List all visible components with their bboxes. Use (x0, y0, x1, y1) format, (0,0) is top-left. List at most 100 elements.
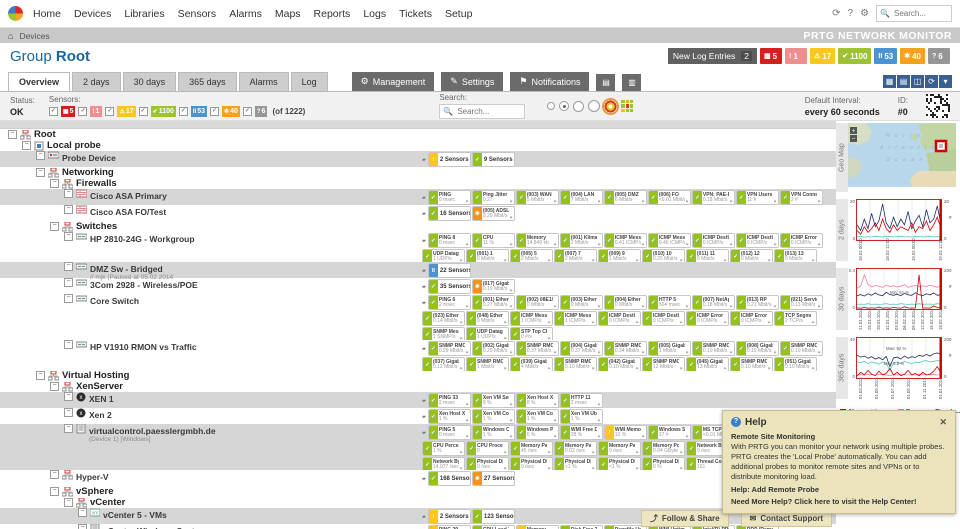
sensor-chip[interactable]: ✓(048) Ethern...0 Mbit/s⚑ (466, 311, 509, 326)
group-row-virtual-hosting[interactable]: −Virtual Hosting (0, 370, 836, 381)
sensor-chip[interactable]: ✓(008) Gigabit...0.10 Mbit/s⚑ (736, 341, 779, 356)
sensor-chip[interactable]: ✓(001) Klima T...2 Mbit/s⚑ (560, 233, 603, 248)
sensor-chip[interactable]: ✓Xen VM Sensor9 %⚑ (472, 393, 515, 408)
sensor-chip[interactable]: ✓Physical Disk ...<1 %⚑ (554, 457, 597, 470)
sensor-chip-summary[interactable]: !2 Sensors (428, 509, 471, 524)
sensor-chip[interactable]: ✓(051) Gigabit...0.10 Mbit/s⚑ (774, 357, 817, 371)
sensor-chip[interactable]: ✓ICMP Errors...0 ICMP/s⚑ (780, 233, 823, 248)
badge-up[interactable]: ✔1100 (838, 48, 871, 64)
filter-badge-unusual[interactable]: ✱40 (222, 106, 240, 117)
tab-overview[interactable]: Overview (8, 72, 70, 91)
badge-warning[interactable]: ⚠17 (810, 48, 835, 64)
sensor-chip[interactable]: ✓Windows CP...1 %⚑ (472, 425, 515, 440)
menu-item-alarms[interactable]: Alarms (229, 8, 275, 20)
sensor-chip[interactable]: ✓ICMP Messa...0.41 ICMP/s⚑ (604, 233, 647, 248)
sensor-chip[interactable]: ✓Ping Jitter0.27⚑ (472, 190, 515, 205)
sensor-chip-summary[interactable]: II22 Sensors (428, 263, 471, 278)
filter-badge-up[interactable]: ✔1100 (151, 106, 176, 117)
sensor-chip[interactable]: ✓(045) Gigabit...13 Mbit/s⚑ (686, 357, 729, 371)
sensor-chip[interactable]: ✓(005) Gigabit...1 Mbit/s⚑ (648, 341, 691, 356)
sensor-chip-summary[interactable]: ✓168 Sensors (428, 471, 471, 486)
sensor-chip[interactable]: ✱(005) ADSL p...0.29 Mbit/s⚑ (472, 206, 515, 221)
sensor-chip[interactable]: ✓Memory Pag...0 /sec⚑ (598, 441, 641, 456)
sensor-chip[interactable]: ✓(004) Gigabit...0.37 Mbit/s⚑ (560, 341, 603, 356)
sensor-chip[interactable]: ✓(003) Ethern...0 Mbit/s⚑ (560, 295, 603, 310)
menu-item-libraries[interactable]: Libraries (124, 8, 177, 20)
sensor-chip[interactable]: ✓(001) Ethern...0.27 Mbit/s⚑ (472, 295, 515, 310)
30-days-section[interactable]: 30 days0.402000#Min: 51 %21.01.201425.01… (836, 268, 958, 330)
menu-item-setup[interactable]: Setup (445, 8, 485, 20)
expand-toggle[interactable]: − (64, 278, 73, 287)
tree-search[interactable]: 🔍 (439, 104, 525, 119)
sensor-chip[interactable]: ✓(010) 100.25 Mbit/s⚑ (642, 249, 685, 263)
tab-alarms[interactable]: Alarms (239, 72, 289, 91)
device-row-hp-v1910-rmon-vs-traffic[interactable]: −HP V1910 RMON vs Traffic▰✓SNMP RMO...0.… (0, 340, 836, 370)
sensor-chip-summary[interactable]: ✓123 Sensors (472, 509, 515, 524)
365-days-section[interactable]: 365 days4002000#Max: 92 %Min: 5.8 %01.03… (836, 337, 958, 399)
tab-log[interactable]: Log (291, 72, 328, 91)
badge-unusual[interactable]: ✱40 (900, 48, 925, 64)
new-log-entries-button[interactable]: New Log Entries2 (668, 48, 757, 64)
menu-item-logs[interactable]: Logs (363, 8, 399, 20)
checkbox-unusual[interactable]: ✓ (210, 107, 219, 116)
sensor-chip[interactable]: ✓TCP Segmen...2 TCP/s⚑ (774, 311, 817, 326)
menu-item-home[interactable]: Home (33, 8, 74, 20)
sensor-chip[interactable]: ✓(007) 72 Mbit/s⚑ (554, 249, 597, 263)
expand-toggle[interactable]: − (36, 168, 45, 177)
view-mini-button-2[interactable]: ▤ (897, 75, 910, 88)
sensor-chip[interactable]: ✓CPU11 %⚑ (472, 233, 515, 248)
sensor-chip[interactable]: ✓Xen VM Ubu...1 %⚑ (560, 409, 603, 424)
365-days-panel[interactable]: 4002000#Max: 92 %Min: 5.8 %01.03.201301.… (848, 337, 958, 399)
expand-toggle[interactable]: − (8, 130, 17, 139)
expand-toggle[interactable]: − (22, 141, 31, 150)
sensor-chip[interactable]: ✓SNMP RMO...0.10 Mbit/s⚑ (730, 357, 773, 371)
menu-item-maps[interactable]: Maps (275, 8, 314, 20)
sunburst-view-button[interactable] (604, 100, 617, 113)
badge-down-acknowledged[interactable]: !1 (785, 48, 807, 64)
gear-icon[interactable]: ⚙ (860, 8, 869, 19)
device-row-xen-2[interactable]: −xXen 2▰✓Xen Host Xen...1 %⚑✓Xen VM Cont… (0, 408, 836, 424)
treemap-view-button[interactable] (621, 100, 633, 112)
sensor-chip[interactable]: ✓Xen VM Cont...1 %⚑ (516, 409, 559, 424)
sensor-chip[interactable]: ✓SNMP RMO...0.10 Mbit/s⚑ (554, 357, 597, 371)
sensor-chip[interactable]: ✓(037) Gigabit...0.12 Mbit/s⚑ (422, 357, 465, 371)
sensor-chip[interactable]: ✓Memory Pag...45 /sec⚑ (510, 441, 553, 456)
badge-down[interactable]: ▦5 (760, 48, 782, 64)
sensor-chip[interactable]: ✓SNMP RMO...0.37 Mbit/s⚑ (516, 341, 559, 356)
sensor-chip[interactable]: ✓ICMP DestUn...0 ICMP/s⚑ (736, 233, 779, 248)
view-mini-button-4[interactable]: ⟳ (925, 75, 938, 88)
global-search-input[interactable] (892, 8, 948, 19)
sensor-chip[interactable]: ✓(013) 130 Mbit/s⚑ (774, 249, 817, 263)
group-row-local-probe[interactable]: −Local probe (0, 140, 836, 151)
sensor-chip[interactable]: ✓SNMP RMO...12 Mbit/s⚑ (642, 357, 685, 371)
sensor-chip[interactable]: ✓ICMP Messa...1 ICMP/s⚑ (554, 311, 597, 326)
menu-item-sensors[interactable]: Sensors (178, 8, 230, 20)
refresh-icon[interactable]: ⟳ (832, 8, 840, 19)
badge-paused[interactable]: II53 (874, 48, 897, 64)
sensor-chip[interactable]: ✓UDP Datagra...1 UDP/s⚑ (422, 249, 465, 263)
sensor-chip[interactable]: ✓Physical Disk ...0 %⚑ (642, 457, 685, 470)
device-row-3com-2928-wireless-poe[interactable]: −3Com 2928 - Wireless/POE▰✓35 Sensors✱(0… (0, 278, 836, 294)
device-row-probe-device[interactable]: −Probe Device▰!2 Sensors✓9 Sensors (0, 151, 836, 167)
sensor-chip[interactable]: ✓HTTP 112 msec⚑ (560, 393, 603, 408)
sensor-chip[interactable]: ✓HTTP 5504 msec⚑ (648, 295, 691, 310)
device-row-core-switch[interactable]: −Core Switch▰✓PING 62 msec⚑✓(001) Ethern… (0, 294, 836, 340)
view-size-l-radio[interactable] (588, 100, 600, 112)
sensor-chip[interactable]: ✓CPU Percent ...1 %⚑ (422, 441, 465, 456)
sensor-chip[interactable]: ✓ICMP Messa...0.46 ICMP/s⚑ (648, 233, 691, 248)
device-row-dmz-sw-bridged[interactable]: −DMZ Sw - Bridged// mjk (Paused at 05.02… (0, 262, 836, 278)
geo-map-panel[interactable]: N o r t hA t l a n t i cO c e a n+− (848, 123, 958, 192)
sensor-chip-summary[interactable]: ✱27 Sensors (472, 471, 515, 486)
view-size-xs-radio[interactable] (547, 102, 555, 110)
history-button[interactable]: ▥ (622, 74, 641, 91)
expand-toggle[interactable]: − (64, 189, 73, 198)
management-button[interactable]: ⚙Management (352, 72, 435, 91)
sensor-chip[interactable]: ✓Memory14.849 kb⚑ (516, 233, 559, 248)
sensor-chip[interactable]: !WMI Memory 410 %⚑ (604, 425, 647, 440)
checkbox-unknown[interactable]: ✓ (243, 107, 252, 116)
sensor-chip[interactable]: ✓PING0 msec⚑ (428, 190, 471, 205)
settings-button[interactable]: ✎Settings (441, 72, 503, 91)
filter-badge-down-acknowledged[interactable]: !1 (90, 106, 102, 117)
sensor-chip[interactable]: ✓(005) DMZ6 Mbit/s⚑ (604, 190, 647, 205)
sensor-chip[interactable]: ✓PING 332 msec⚑ (428, 393, 471, 408)
